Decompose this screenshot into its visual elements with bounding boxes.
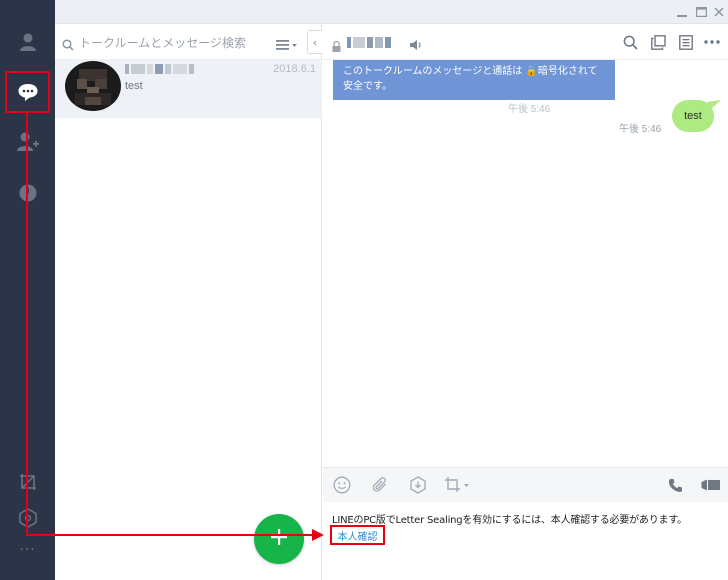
save-icon[interactable] (409, 476, 427, 494)
speaker-icon[interactable] (409, 36, 423, 55)
new-chat-button[interactable] (254, 514, 304, 564)
video-call-icon[interactable] (701, 476, 721, 494)
title-bar (55, 0, 728, 24)
more-options-icon[interactable] (703, 33, 721, 51)
lock-icon (332, 37, 341, 56)
search-input[interactable] (79, 34, 269, 52)
line-desktop-window: ··· ‹ (0, 0, 728, 580)
notes-icon[interactable] (677, 33, 695, 51)
chat-name-redacted (125, 64, 194, 74)
chat-list-item[interactable]: test 2018.6.1 (55, 60, 322, 118)
emoji-icon[interactable] (333, 476, 351, 494)
message-bubble[interactable]: test (672, 100, 714, 132)
attach-icon[interactable] (371, 476, 389, 494)
chats-tab-highlight (5, 71, 50, 113)
collapse-list-button[interactable]: ‹ (307, 30, 322, 54)
search-chat-icon[interactable] (621, 33, 639, 51)
avatar (65, 61, 121, 111)
list-menu-icon[interactable] (276, 36, 298, 55)
notice-peek-text: 午後 5:46 (508, 104, 551, 115)
letter-sealing-warning: LINEのPC版でLetter Sealingを有効にするには、本人確認する必要… (332, 515, 687, 526)
annotation-line-vertical (26, 113, 28, 535)
screenshot-icon[interactable] (443, 476, 473, 494)
message-time: 午後 5:46 (619, 124, 662, 135)
chat-date: 2018.6.1 (273, 63, 316, 75)
search-icon (62, 36, 74, 55)
close-button[interactable] (711, 4, 727, 20)
chat-preview: test (125, 80, 143, 92)
chat-title-redacted (347, 37, 391, 48)
annotation-arrowhead (312, 529, 324, 541)
identity-verify-link[interactable]: 本人確認 (330, 525, 385, 545)
friends-tab[interactable] (0, 20, 55, 64)
chat-header (323, 24, 728, 60)
maximize-button[interactable] (693, 4, 709, 20)
plus-icon (271, 529, 287, 549)
minimize-button[interactable] (674, 4, 690, 20)
phone-icon[interactable] (666, 476, 684, 494)
profile-icon (18, 32, 38, 52)
chat-panel: 午後 5:46 このトークルームのメッセージと通話は 🔒暗号化されて安全です。 … (323, 24, 728, 580)
encryption-notice: このトークルームのメッセージと通話は 🔒暗号化されて安全です。 (333, 60, 615, 100)
annotation-line-horizontal (26, 534, 314, 536)
search-bar: ‹ (55, 24, 322, 60)
chat-list-panel: ‹ test 2018.6.1 (55, 24, 322, 580)
composer-toolbar (323, 467, 728, 502)
album-icon[interactable] (649, 33, 667, 51)
